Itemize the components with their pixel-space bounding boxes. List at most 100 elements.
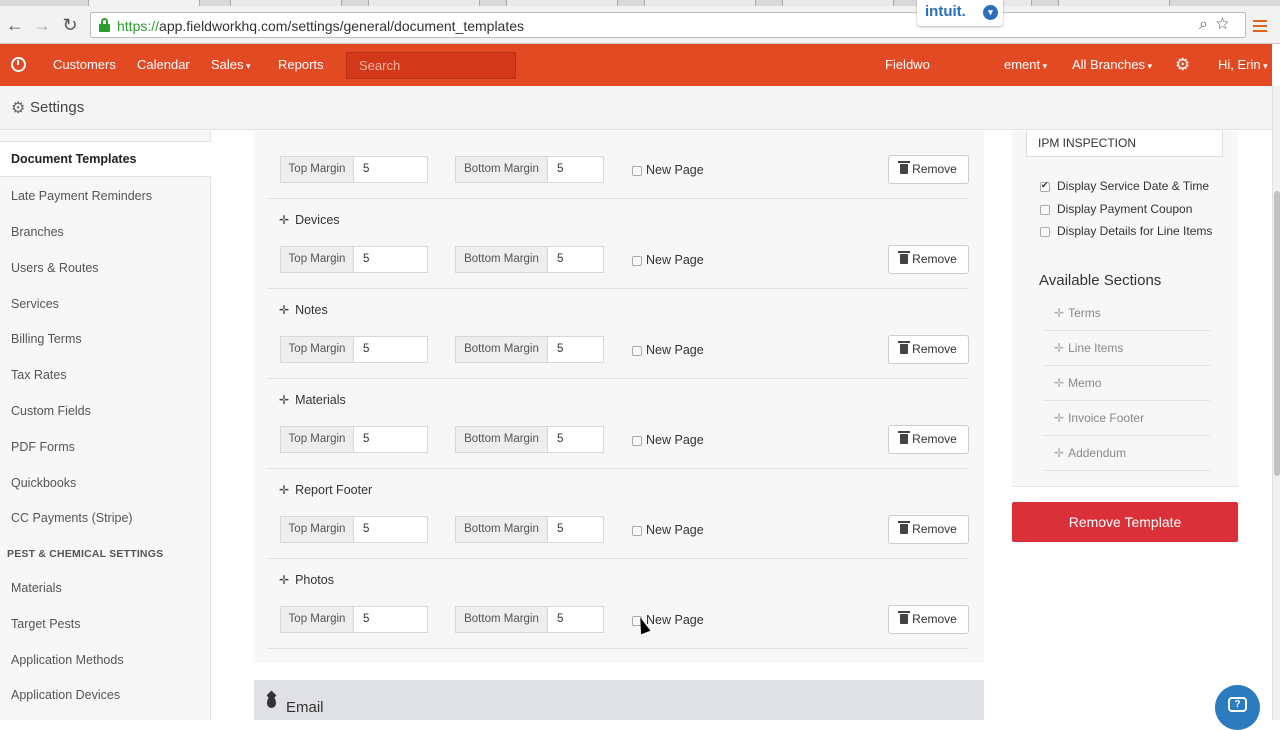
back-arrow-icon[interactable]: ← xyxy=(5,15,25,35)
option-checkbox[interactable] xyxy=(1040,205,1050,215)
intuit-badge[interactable]: intuit. ▾ xyxy=(917,0,1003,26)
new-page-label[interactable]: New Page xyxy=(646,253,704,267)
sidebar-item[interactable]: Late Payment Reminders xyxy=(0,189,211,203)
top-margin-input[interactable]: 5 xyxy=(354,607,427,632)
top-margin-input[interactable]: 5 xyxy=(354,517,427,542)
section-title[interactable]: ✛ Photos xyxy=(279,573,334,587)
nav-reports[interactable]: Reports xyxy=(278,44,324,86)
remove-section-button[interactable]: Remove xyxy=(888,515,969,544)
chevron-down-icon[interactable]: ▾ xyxy=(983,5,998,20)
user-menu[interactable]: Hi, Erin xyxy=(1218,44,1268,86)
chat-button[interactable]: ? xyxy=(1215,685,1260,730)
page-scrollbar[interactable] xyxy=(1272,86,1280,720)
template-section-row[interactable]: ✛ Devices Top Margin 5 Bottom Margin 5 Ne… xyxy=(267,212,969,302)
template-section-row[interactable]: ✛ Notes Top Margin 5 Bottom Margin 5 New … xyxy=(267,302,969,392)
option-label[interactable]: Display Details for Line Items xyxy=(1057,224,1212,238)
gear-icon[interactable]: ⚙ xyxy=(1175,44,1190,86)
section-title[interactable]: ✛ Devices xyxy=(279,213,340,227)
sidebar-item[interactable]: Tax Rates xyxy=(0,368,211,382)
template-section-row[interactable]: Top Margin 5 Bottom Margin 5 New Page Re… xyxy=(267,122,969,212)
move-icon[interactable]: ✛ xyxy=(1054,306,1064,320)
available-section-item[interactable]: ✛ Invoice Footer xyxy=(1044,401,1210,436)
move-icon[interactable]: ✛ xyxy=(279,483,289,497)
nav-calendar[interactable]: Calendar xyxy=(137,44,190,86)
search-input[interactable]: Search xyxy=(346,52,516,79)
sidebar-item[interactable]: PDF Forms xyxy=(0,440,211,454)
fieldwork-logo-icon[interactable] xyxy=(11,57,26,72)
browser-menu-icon[interactable] xyxy=(1253,20,1267,32)
remove-section-button[interactable]: Remove xyxy=(888,155,969,184)
company-menu-start[interactable]: Fieldwo xyxy=(885,44,930,86)
remove-section-button[interactable]: Remove xyxy=(888,245,969,274)
move-icon[interactable]: ✛ xyxy=(1054,376,1064,390)
bottom-margin-input[interactable]: 5 xyxy=(548,607,603,632)
remove-section-button[interactable]: Remove xyxy=(888,425,969,454)
bottom-margin-input[interactable]: 5 xyxy=(548,157,603,182)
bottom-margin-input[interactable]: 5 xyxy=(548,247,603,272)
nav-sales[interactable]: Sales xyxy=(211,44,251,86)
address-bar[interactable]: https://app.fieldworkhq.com/settings/gen… xyxy=(90,12,1246,38)
sidebar-item[interactable]: Services xyxy=(0,297,211,311)
move-icon[interactable]: ✛ xyxy=(1054,411,1064,425)
bottom-margin-input[interactable]: 5 xyxy=(548,337,603,362)
email-panel[interactable]: Email xyxy=(254,680,984,720)
move-icon[interactable]: ✛ xyxy=(1054,446,1064,460)
available-section-item[interactable]: ✛ Addendum xyxy=(1044,436,1210,471)
option-label[interactable]: Display Service Date & Time xyxy=(1057,179,1209,193)
option-checkbox[interactable] xyxy=(1040,180,1050,192)
sidebar-item-document-templates[interactable]: Document Templates xyxy=(0,141,211,177)
top-margin-input[interactable]: 5 xyxy=(354,337,427,362)
sidebar-item[interactable]: Billing Terms xyxy=(0,332,211,346)
sidebar-item[interactable]: Users & Routes xyxy=(0,261,211,275)
new-page-label[interactable]: New Page xyxy=(646,343,704,357)
move-icon[interactable]: ✛ xyxy=(279,573,289,587)
template-section-row[interactable]: ✛ Photos Top Margin 5 Bottom Margin 5 New… xyxy=(267,572,969,662)
sidebar-item[interactable]: Branches xyxy=(0,225,211,239)
sidebar-item[interactable]: Application Devices xyxy=(0,688,211,702)
sidebar-item[interactable]: Quickbooks xyxy=(0,476,211,490)
new-page-checkbox[interactable] xyxy=(632,436,642,446)
new-page-checkbox[interactable] xyxy=(632,166,642,176)
option-checkbox[interactable] xyxy=(1040,227,1050,237)
top-margin-input[interactable]: 5 xyxy=(354,157,427,182)
sidebar-item[interactable]: Materials xyxy=(0,581,211,595)
new-page-label[interactable]: New Page xyxy=(646,523,704,537)
available-section-item[interactable]: ✛ Terms xyxy=(1044,296,1210,331)
top-margin-input[interactable]: 5 xyxy=(354,247,427,272)
available-section-item[interactable]: ✛ Memo xyxy=(1044,366,1210,401)
new-page-label[interactable]: New Page xyxy=(646,433,704,447)
move-icon[interactable]: ✛ xyxy=(279,303,289,317)
reload-icon[interactable]: ↻ xyxy=(60,15,80,35)
new-page-checkbox[interactable] xyxy=(632,346,642,356)
available-section-item[interactable]: ✛ Line Items xyxy=(1044,331,1210,366)
move-icon[interactable]: ✛ xyxy=(1054,341,1064,355)
sidebar-item[interactable]: Target Pests xyxy=(0,617,211,631)
sidebar-item[interactable]: Application Methods xyxy=(0,653,211,667)
remove-section-button[interactable]: Remove xyxy=(888,335,969,364)
scrollbar-thumb[interactable] xyxy=(1274,191,1280,476)
template-section-row[interactable]: ✛ Report Footer Top Margin 5 Bottom Margi… xyxy=(267,482,969,572)
section-title[interactable]: ✛ Materials xyxy=(279,393,346,407)
move-icon[interactable]: ✛ xyxy=(279,213,289,227)
sidebar-item[interactable]: CC Payments (Stripe) xyxy=(0,511,211,525)
section-title[interactable]: ✛ Notes xyxy=(279,303,328,317)
section-title[interactable]: ✛ Report Footer xyxy=(279,483,372,497)
top-margin-input[interactable]: 5 xyxy=(354,427,427,452)
new-page-label[interactable]: New Page xyxy=(646,163,704,177)
forward-arrow-icon[interactable]: → xyxy=(32,15,52,35)
option-label[interactable]: Display Payment Coupon xyxy=(1057,202,1192,216)
move-icon[interactable]: ✛ xyxy=(279,393,289,407)
remove-template-button[interactable]: Remove Template xyxy=(1012,502,1238,542)
new-page-label[interactable]: New Page xyxy=(646,613,704,627)
url-text[interactable]: https://app.fieldworkhq.com/settings/gen… xyxy=(117,17,524,35)
template-name-field[interactable]: IPM INSPECTION xyxy=(1026,131,1223,157)
bottom-margin-input[interactable]: 5 xyxy=(548,427,603,452)
sidebar-item[interactable]: Custom Fields xyxy=(0,404,211,418)
branches-menu[interactable]: All Branches xyxy=(1072,44,1152,86)
nav-customers[interactable]: Customers xyxy=(53,44,116,86)
remove-section-button[interactable]: Remove xyxy=(888,605,969,634)
bottom-margin-input[interactable]: 5 xyxy=(548,517,603,542)
search-star-icon[interactable]: ⌕☆ xyxy=(1199,16,1237,34)
company-menu[interactable]: ement xyxy=(1004,44,1047,86)
new-page-checkbox[interactable] xyxy=(632,526,642,536)
